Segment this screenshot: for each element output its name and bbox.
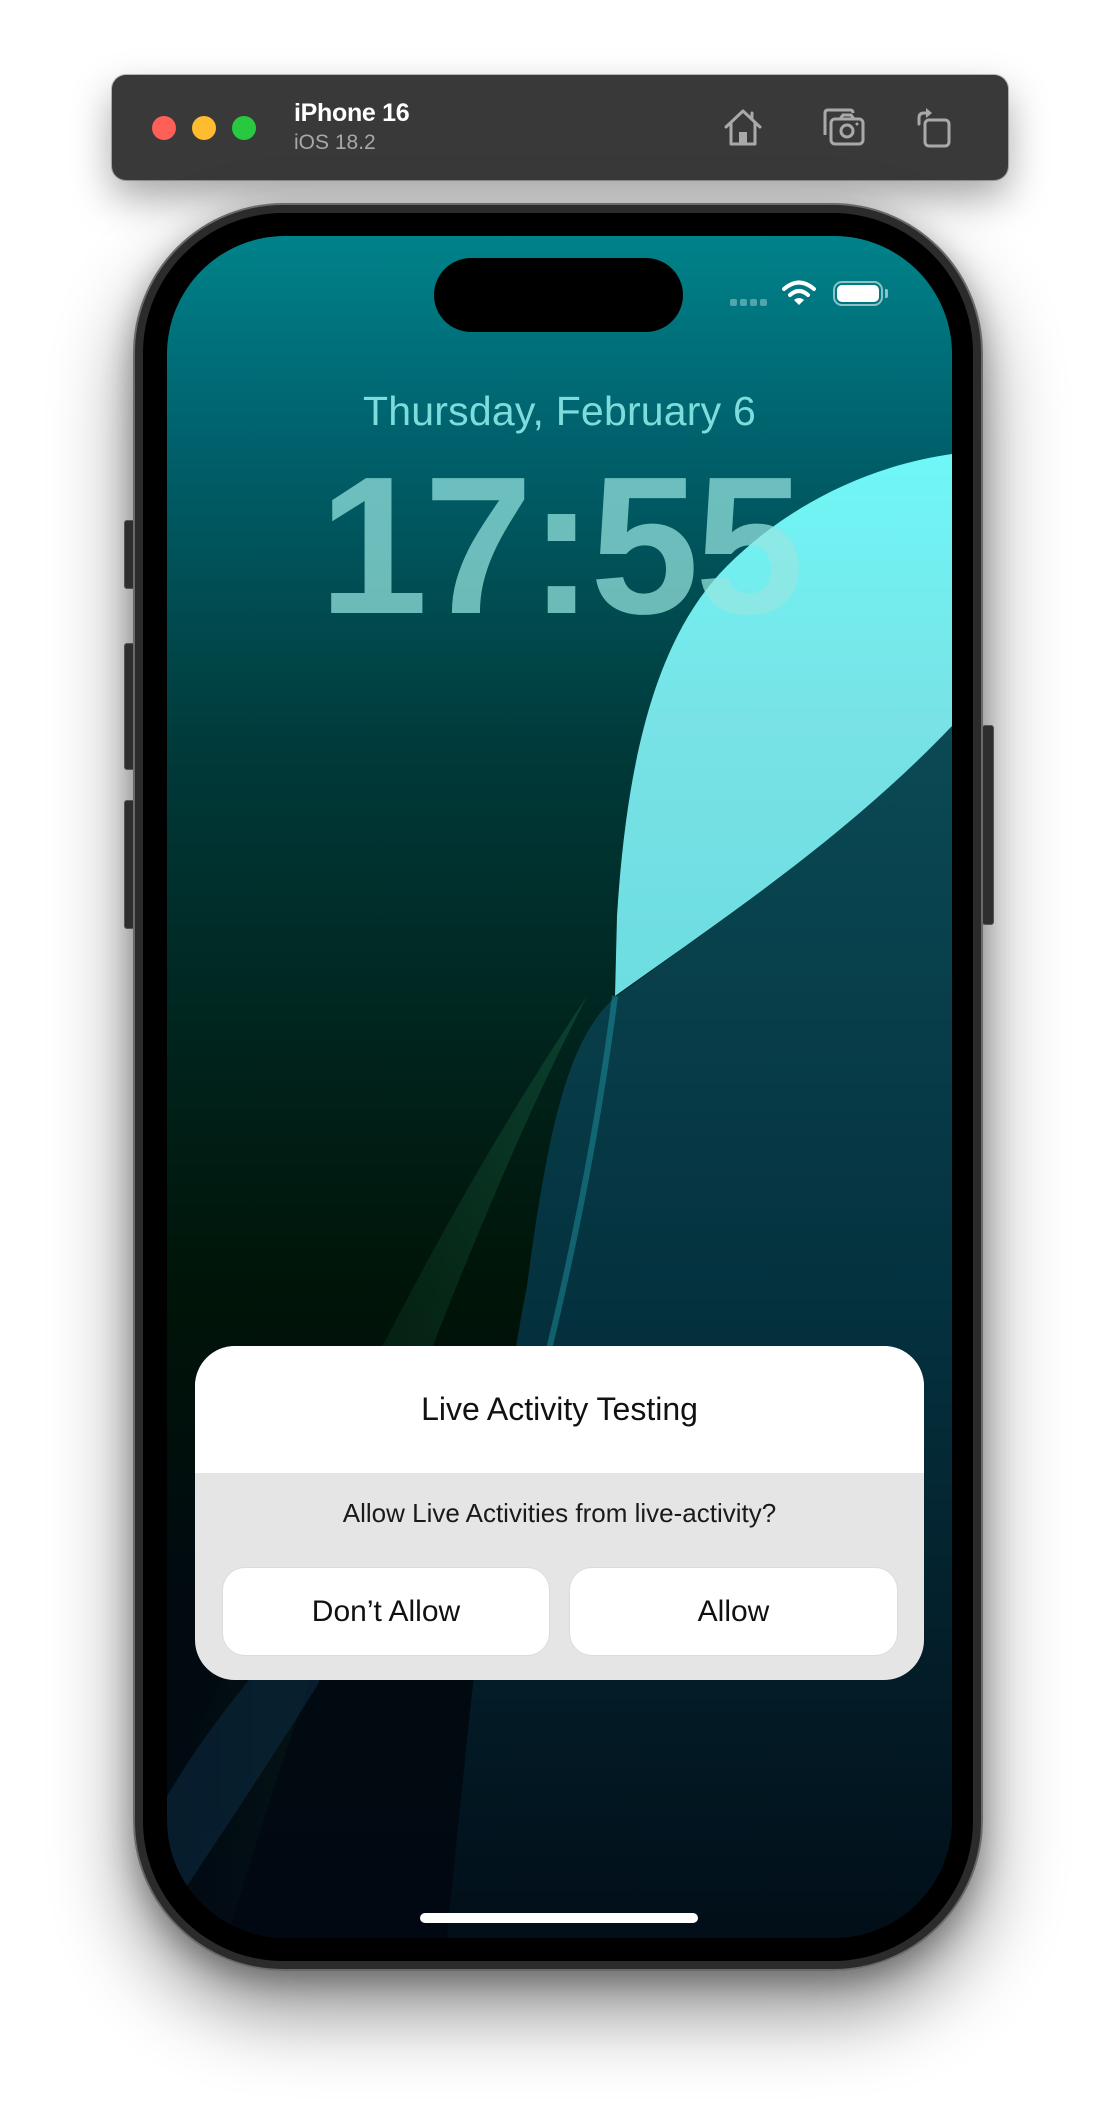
- home-indicator[interactable]: [420, 1913, 698, 1923]
- close-window-button[interactable]: [152, 116, 176, 140]
- device-name: iPhone 16: [294, 99, 410, 127]
- allow-button[interactable]: Allow: [570, 1568, 897, 1655]
- home-icon: [724, 109, 762, 146]
- lock-screen-time: 17:55: [318, 436, 804, 655]
- power-button[interactable]: [982, 725, 994, 925]
- battery-level: [837, 285, 879, 302]
- zoom-window-button[interactable]: [232, 116, 256, 140]
- minimize-window-button[interactable]: [192, 116, 216, 140]
- live-activities-permission-alert: Live Activity Testing Allow Live Activit…: [195, 1346, 924, 1680]
- dynamic-island: [434, 258, 683, 332]
- battery-icon: [833, 281, 883, 306]
- alert-message: Allow Live Activities from live-activity…: [342, 1498, 777, 1528]
- wifi-icon: [782, 280, 816, 305]
- rotate-button[interactable]: [910, 104, 956, 150]
- os-version: iOS 18.2: [294, 131, 376, 154]
- alert-header: Live Activity Testing: [195, 1346, 924, 1473]
- cellular-signal-icon: [730, 299, 767, 306]
- rotate-icon: [917, 108, 951, 148]
- dont-allow-button[interactable]: Don’t Allow: [223, 1568, 549, 1655]
- alert-title: Live Activity Testing: [421, 1391, 698, 1427]
- screenshot-button[interactable]: [820, 104, 866, 150]
- home-button[interactable]: [720, 104, 766, 150]
- lock-screen[interactable]: Thursday, February 6 17:55 Live Activity…: [167, 236, 952, 1938]
- battery-tip: [885, 289, 888, 298]
- lock-screen-date: Thursday, February 6: [363, 388, 756, 434]
- screenshot-icon: [823, 108, 865, 146]
